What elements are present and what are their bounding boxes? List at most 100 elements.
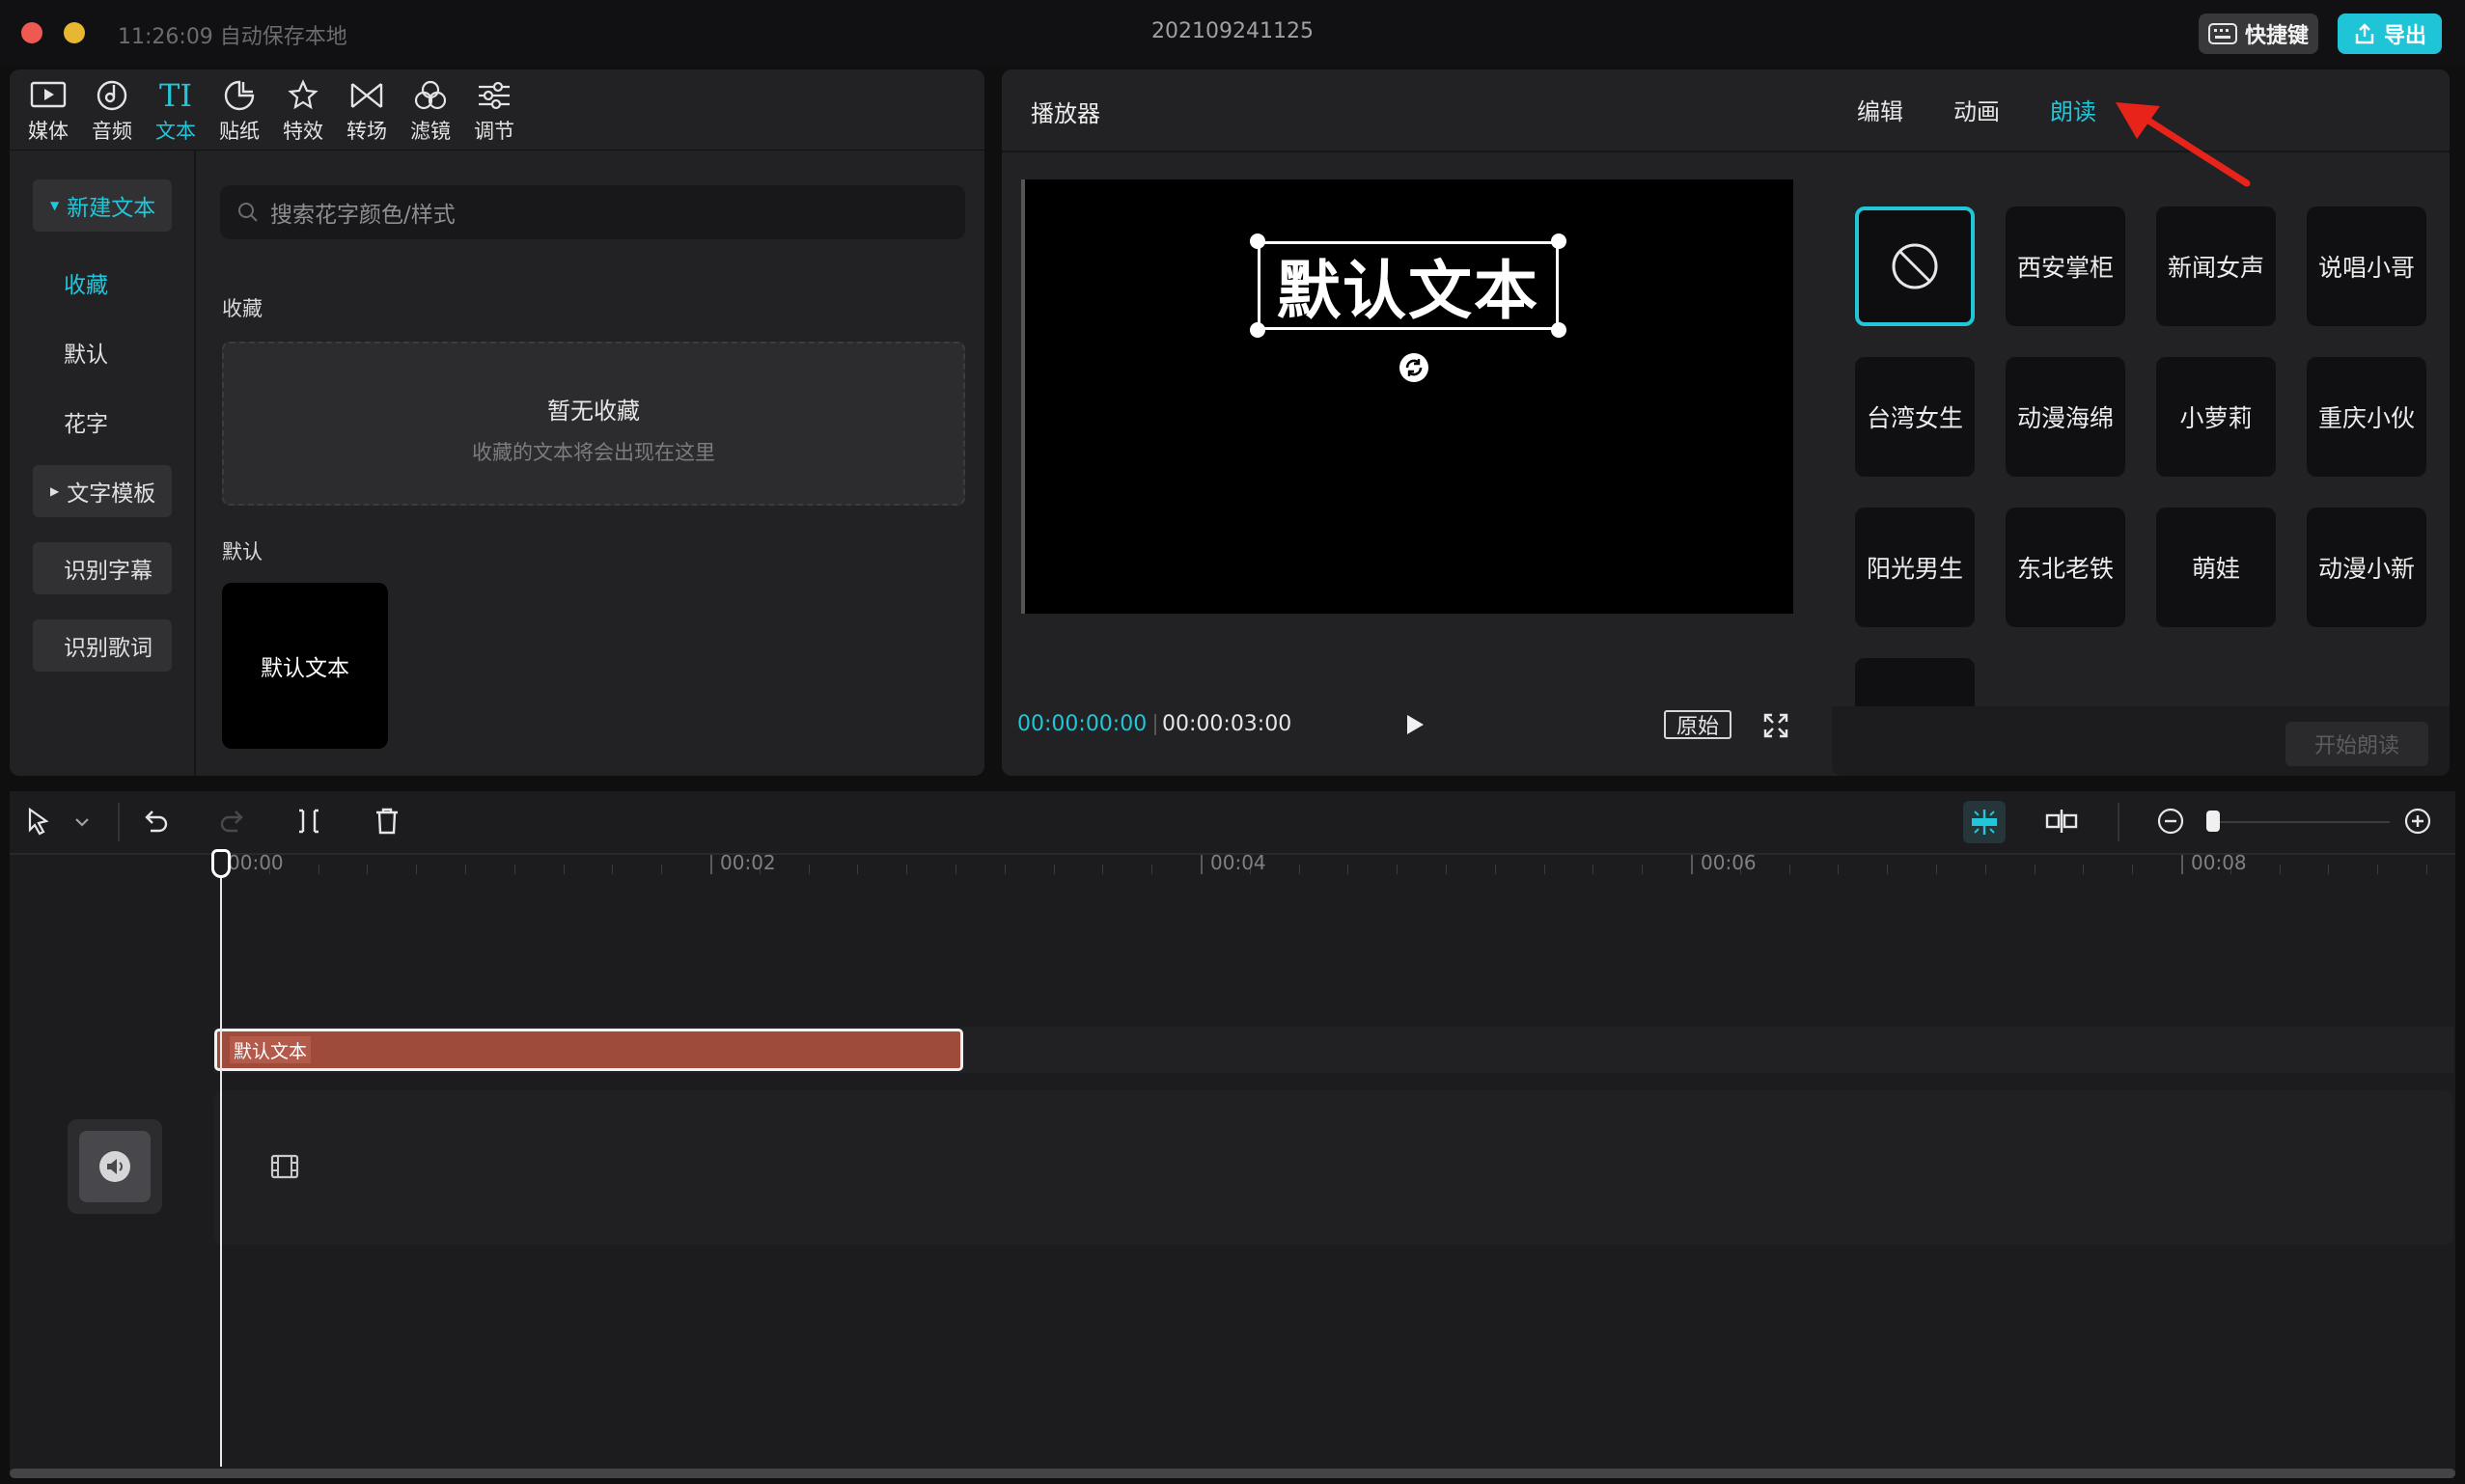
voice-option[interactable]: 动漫海绵	[2006, 357, 2125, 477]
voice-option[interactable]: 重庆小伙	[2307, 357, 2426, 477]
voice-option[interactable]: 萌娃	[2156, 508, 2276, 627]
filter-icon	[414, 80, 447, 110]
link-split-icon[interactable]	[2044, 807, 2079, 836]
ruler-minor-tick	[1494, 865, 1496, 874]
ruler-minor-tick	[1788, 865, 1790, 874]
sidebar-item-favorites[interactable]: 收藏	[64, 266, 108, 299]
ruler-major-tick	[1691, 855, 1693, 874]
voice-option[interactable]: 说唱小哥	[2307, 206, 2426, 326]
sticker-icon	[224, 80, 255, 111]
ruler-minor-tick	[2083, 865, 2085, 874]
play-icon[interactable]	[1399, 710, 1428, 739]
resize-handle[interactable]	[1250, 322, 1265, 338]
voice-option[interactable]: 动漫小新	[2307, 508, 2426, 627]
track-audio-button[interactable]	[79, 1131, 151, 1202]
selection-box	[1258, 241, 1559, 330]
ruler-major-tick	[710, 855, 712, 874]
ruler-tick-label: 00:08	[2191, 851, 2247, 874]
default-text-card[interactable]: 默认文本	[222, 583, 388, 749]
ruler-minor-tick	[1446, 865, 1447, 874]
ruler-minor-tick	[2034, 865, 2036, 874]
sidebar-item-recognize-subtitles[interactable]: 识别字幕	[33, 542, 172, 594]
resize-handle[interactable]	[1250, 234, 1265, 249]
ruler-minor-tick	[563, 865, 565, 874]
sidebar-item-templates-label: 文字模板	[67, 481, 156, 507]
search-placeholder: 搜索花字颜色/样式	[270, 203, 456, 228]
sidebar-item-fancy[interactable]: 花字	[64, 405, 108, 438]
ruler-minor-tick	[1004, 865, 1006, 874]
voice-option[interactable]: 台湾女生	[1855, 357, 1975, 477]
sidebar-item-recognize-lyrics-label: 识别歌词	[64, 636, 152, 661]
favorites-empty-title: 暂无收藏	[547, 398, 640, 425]
undo-icon[interactable]	[141, 807, 170, 836]
transition-icon	[350, 83, 383, 108]
start-reading-button[interactable]: 开始朗读	[2285, 722, 2428, 766]
ruler-minor-tick	[612, 865, 614, 874]
zoom-in-icon[interactable]	[2403, 807, 2432, 836]
default-heading: 默认	[222, 540, 263, 563]
ruler-minor-tick	[2328, 865, 2330, 874]
redo-icon[interactable]	[218, 807, 247, 836]
caret-down-icon: ▼	[50, 199, 60, 212]
original-ratio-button[interactable]: 原始	[1664, 710, 1731, 739]
favorites-empty-box: 暂无收藏 收藏的文本将会出现在这里	[222, 342, 965, 506]
zoom-out-icon[interactable]	[2156, 807, 2185, 836]
chevron-down-icon[interactable]	[73, 816, 91, 828]
sidebar-item-default[interactable]: 默认	[64, 336, 108, 369]
zoom-slider-track[interactable]	[2212, 821, 2390, 823]
voice-option[interactable]: 阳光男生	[1855, 508, 1975, 627]
sidebar-item-templates[interactable]: ▶ 文字模板	[33, 465, 172, 517]
tab-edit[interactable]: 编辑	[1857, 93, 1903, 126]
ruler-major-tick	[2181, 855, 2183, 874]
voice-option[interactable]: 西安掌柜	[2006, 206, 2125, 326]
resize-handle[interactable]	[1551, 234, 1566, 249]
voice-none[interactable]	[1855, 206, 1975, 326]
split-icon[interactable]	[295, 807, 324, 836]
text-clip[interactable]	[214, 1029, 963, 1071]
voice-option[interactable]	[1855, 658, 1975, 706]
total-time: 00:00:03:00	[1162, 712, 1292, 736]
snap-icon	[1972, 810, 1997, 835]
zoom-slider-handle[interactable]	[2206, 811, 2220, 832]
ruler-minor-tick	[1838, 865, 1840, 874]
ruler-minor-tick	[808, 865, 810, 874]
tab-animation[interactable]: 动画	[1953, 93, 2000, 126]
ruler-minor-tick	[1053, 865, 1055, 874]
sidebar-item-recognize-lyrics[interactable]: 识别歌词	[33, 619, 172, 672]
resize-handle[interactable]	[1551, 322, 1566, 338]
select-cursor-icon[interactable]	[25, 807, 52, 836]
keyboard-icon	[2207, 23, 2237, 44]
rotate-icon[interactable]	[1398, 351, 1430, 384]
ruler-major-tick	[1201, 855, 1203, 874]
speaker-icon	[99, 1151, 130, 1182]
sidebar-item-new-text[interactable]: ▼ 新建文本	[33, 179, 172, 232]
timeline-scrollbar[interactable]	[10, 1469, 2455, 1478]
canvas-edge	[1021, 179, 1025, 614]
ruler-tick-label: 00:06	[1701, 851, 1757, 874]
ruler-minor-tick	[1347, 865, 1349, 874]
voice-option[interactable]: 小萝莉	[2156, 357, 2276, 477]
tab-read-aloud[interactable]: 朗读	[2050, 93, 2096, 126]
voice-option[interactable]: 东北老铁	[2006, 508, 2125, 627]
fullscreen-icon[interactable]	[1762, 712, 1789, 739]
player-title: 播放器	[1031, 100, 1100, 127]
shortcut-button[interactable]: 快捷键	[2199, 14, 2318, 54]
tab-adjust-label: 调节	[474, 120, 514, 143]
project-title: 202109241125	[1151, 19, 1314, 43]
export-button[interactable]: 导出	[2338, 14, 2442, 54]
ruler-minor-tick	[367, 865, 369, 874]
delete-icon[interactable]	[373, 807, 402, 836]
ruler-minor-tick	[661, 865, 663, 874]
snap-toggle-button[interactable]	[1963, 801, 2006, 843]
playhead-line[interactable]	[220, 849, 222, 1467]
search-input[interactable]: 搜索花字颜色/样式	[220, 185, 965, 239]
toolbar-divider	[2118, 803, 2119, 841]
voice-option[interactable]: 新闻女声	[2156, 206, 2276, 326]
main-video-track[interactable]	[214, 1090, 2453, 1245]
tab-adjust[interactable]: 调节	[452, 77, 537, 149]
film-icon	[270, 1154, 299, 1179]
search-icon	[238, 203, 258, 222]
export-label: 导出	[2383, 24, 2426, 48]
playhead-handle[interactable]	[211, 849, 231, 878]
ruler-minor-tick	[416, 865, 418, 874]
